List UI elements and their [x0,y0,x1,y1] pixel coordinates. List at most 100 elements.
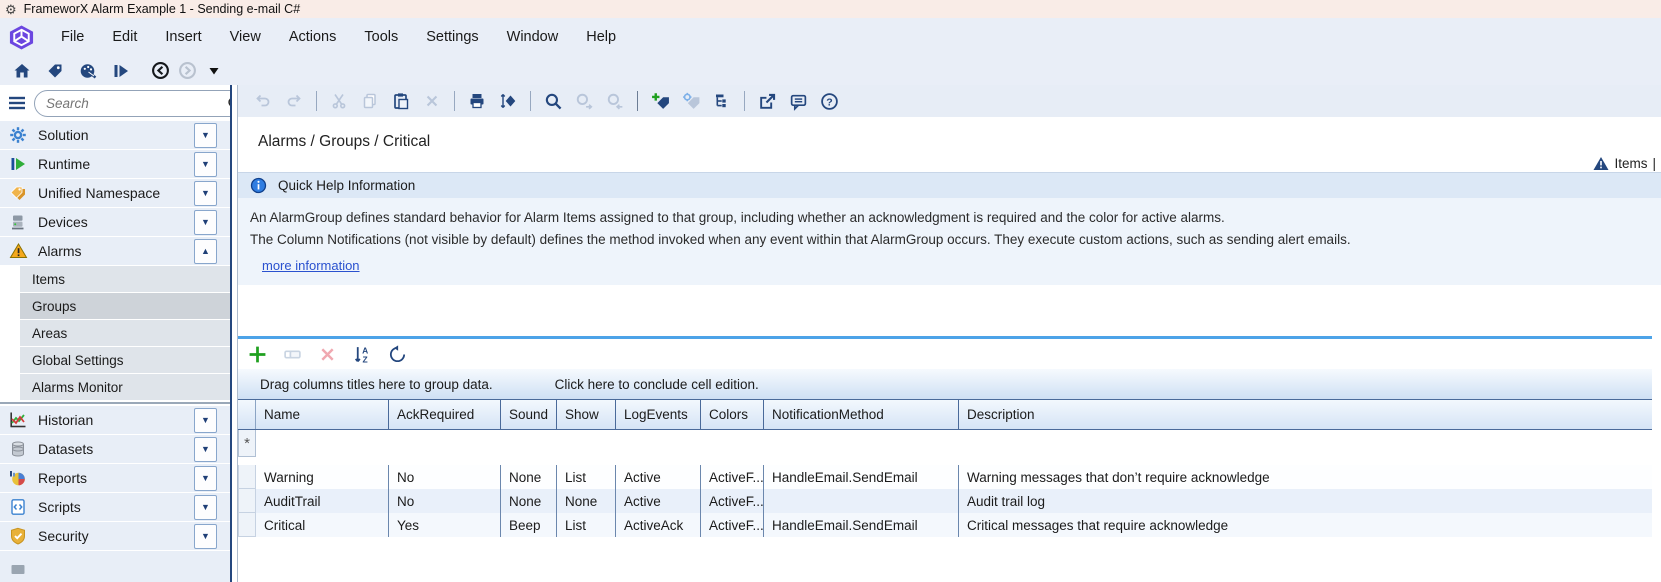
feedback-icon[interactable] [787,90,809,112]
zoom-next-icon[interactable] [573,90,595,112]
cell-name[interactable]: AuditTrail [256,489,389,513]
column-header-sound[interactable]: Sound [501,400,557,429]
sidebar-item-historian[interactable]: Historian ▼ [0,406,230,434]
row-selector[interactable] [238,513,256,537]
sidebar-item-security[interactable]: Security ▼ [0,522,230,550]
sidebar-item-unified-namespace[interactable]: Unified Namespace ▼ [0,179,230,207]
cell-colors[interactable]: ActiveF... [701,465,764,489]
navigate-back-icon[interactable] [150,61,170,81]
grid-group-band[interactable]: Drag columns titles here to group data. … [238,369,1652,400]
cut-icon[interactable] [328,90,350,112]
sidebar-splitter[interactable] [230,85,238,582]
new-row-marker[interactable]: * [238,430,256,457]
add-tag-icon[interactable] [649,90,671,112]
table-row[interactable]: CriticalYesBeepListActiveAckActiveF...Ha… [238,513,1652,537]
cell-description[interactable]: Audit trail log [959,489,1652,513]
sidebar-item-scripts[interactable]: Scripts ▼ [0,493,230,521]
cell-ackrequired[interactable]: No [389,489,501,513]
redo-icon[interactable] [283,90,305,112]
devices-dropdown[interactable]: ▼ [194,210,217,235]
cell-show[interactable]: None [557,489,616,513]
table-row[interactable]: AuditTrailNoNoneNoneActiveActiveF...Audi… [238,489,1652,513]
alarms-collapse[interactable]: ▲ [194,239,217,264]
datasets-dropdown[interactable]: ▼ [194,437,217,462]
column-header-logevents[interactable]: LogEvents [616,400,701,429]
cell-name[interactable]: Warning [256,465,389,489]
menu-tools[interactable]: Tools [350,29,412,45]
copy-icon[interactable] [359,90,381,112]
historian-dropdown[interactable]: ▼ [194,408,217,433]
menu-edit[interactable]: Edit [98,29,151,45]
sidebar-item-alarms-items[interactable]: Items [20,266,230,292]
cell-sound[interactable]: Beep [501,513,557,537]
sidebar-item-partial[interactable] [0,551,230,582]
cell-logevents[interactable]: Active [616,465,701,489]
cell-colors[interactable]: ActiveF... [701,489,764,513]
cell-sound[interactable]: None [501,465,557,489]
cell-notificationmethod[interactable]: HandleEmail.SendEmail [764,513,959,537]
home-icon[interactable] [12,61,32,81]
column-header-show[interactable]: Show [557,400,616,429]
security-dropdown[interactable]: ▼ [194,524,217,549]
cell-logevents[interactable]: ActiveAck [616,513,701,537]
duplicate-row-icon[interactable] [281,343,303,365]
hamburger-menu-icon[interactable] [8,96,26,110]
search-box[interactable] [34,90,230,117]
menu-file[interactable]: File [47,29,98,45]
items-tab[interactable]: Items | [1593,156,1656,171]
column-header-notificationmethod[interactable]: NotificationMethod [764,400,959,429]
column-header-name[interactable]: Name [256,400,389,429]
sidebar-item-alarms-monitor[interactable]: Alarms Monitor [20,374,230,400]
table-row[interactable]: WarningNoNoneListActiveActiveF...HandleE… [238,465,1652,489]
menu-view[interactable]: View [216,29,275,45]
sidebar-item-alarms-groups[interactable]: Groups [20,293,230,319]
unified-namespace-dropdown[interactable]: ▼ [194,181,217,206]
menu-settings[interactable]: Settings [412,29,492,45]
quick-help-header[interactable]: Quick Help Information [238,172,1661,198]
cell-name[interactable]: Critical [256,513,389,537]
sort-format-icon[interactable] [497,90,519,112]
cell-notificationmethod[interactable]: HandleEmail.SendEmail [764,465,959,489]
tag-settings-icon[interactable] [680,90,702,112]
print-icon[interactable] [466,90,488,112]
runtime-dropdown[interactable]: ▼ [194,152,217,177]
add-row-icon[interactable] [246,343,268,365]
draw-icon[interactable] [78,61,98,81]
sidebar-item-alarms-global-settings[interactable]: Global Settings [20,347,230,373]
cell-ackrequired[interactable]: No [389,465,501,489]
sidebar-item-alarms-areas[interactable]: Areas [20,320,230,346]
zoom-icon[interactable] [542,90,564,112]
open-external-icon[interactable] [756,90,778,112]
cell-description[interactable]: Warning messages that don’t require ackn… [959,465,1652,489]
sort-az-icon[interactable]: AZ [351,343,373,365]
scripts-dropdown[interactable]: ▼ [194,495,217,520]
delete-row-icon[interactable] [316,343,338,365]
cell-colors[interactable]: ActiveF... [701,513,764,537]
sidebar-item-datasets[interactable]: Datasets ▼ [0,435,230,463]
sidebar-item-solution[interactable]: Solution ▼ [0,121,230,149]
solution-dropdown[interactable]: ▼ [194,123,217,148]
cell-sound[interactable]: None [501,489,557,513]
menu-actions[interactable]: Actions [275,29,351,45]
cell-show[interactable]: List [557,465,616,489]
run-icon[interactable] [111,61,131,81]
paste-icon[interactable] [390,90,412,112]
row-selector[interactable] [238,465,256,489]
menu-insert[interactable]: Insert [151,29,215,45]
column-header-description[interactable]: Description [959,400,1652,429]
tree-view-icon[interactable] [711,90,733,112]
sidebar-item-reports[interactable]: Reports ▼ [0,464,230,492]
more-information-link[interactable]: more information [262,258,360,273]
sidebar-item-runtime[interactable]: Runtime ▼ [0,150,230,178]
delete-icon[interactable] [421,90,443,112]
cell-description[interactable]: Critical messages that require acknowled… [959,513,1652,537]
sidebar-item-alarms[interactable]: Alarms ▲ [0,237,230,265]
menu-help[interactable]: Help [572,29,630,45]
cell-ackrequired[interactable]: Yes [389,513,501,537]
help-icon[interactable]: ? [818,90,840,112]
navigate-dropdown-icon[interactable] [204,61,224,81]
history-icon[interactable] [386,343,408,365]
row-selector[interactable] [238,489,256,513]
menu-window[interactable]: Window [493,29,573,45]
cell-show[interactable]: List [557,513,616,537]
